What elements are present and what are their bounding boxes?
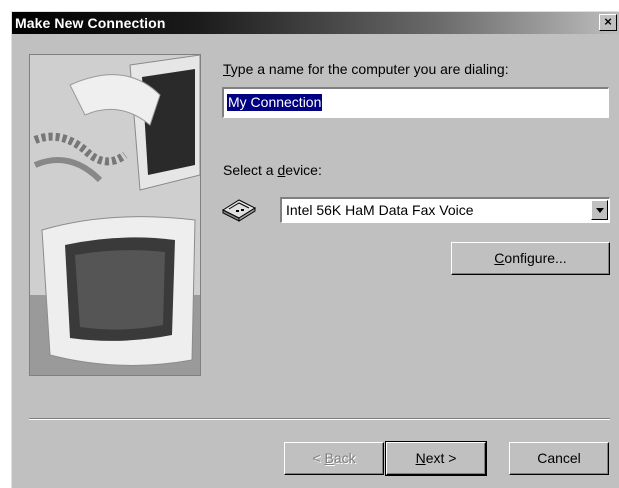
computer-name-input[interactable]: My Connection [222, 87, 609, 118]
configure-button[interactable]: Configure... [451, 242, 610, 275]
modem-icon [221, 196, 257, 222]
chevron-down-icon[interactable] [591, 200, 608, 220]
computer-name-label: Type a name for the computer you are dia… [223, 61, 509, 77]
device-select[interactable]: Intel 56K HaM Data Fax Voice [280, 197, 610, 223]
window-title: Make New Connection [15, 15, 166, 31]
close-icon[interactable]: × [599, 14, 617, 31]
cancel-button[interactable]: Cancel [509, 442, 609, 475]
title-bar[interactable]: Make New Connection × [12, 12, 619, 34]
device-select-value: Intel 56K HaM Data Fax Voice [286, 202, 474, 218]
back-button[interactable]: < Back [284, 442, 384, 475]
wizard-illustration [29, 54, 201, 376]
make-new-connection-dialog: Make New Connection × Type a name for th… [11, 11, 619, 488]
next-button[interactable]: Next > [385, 441, 487, 476]
separator [29, 418, 610, 420]
device-label: Select a device: [223, 162, 322, 178]
computer-name-value: My Connection [227, 94, 323, 111]
